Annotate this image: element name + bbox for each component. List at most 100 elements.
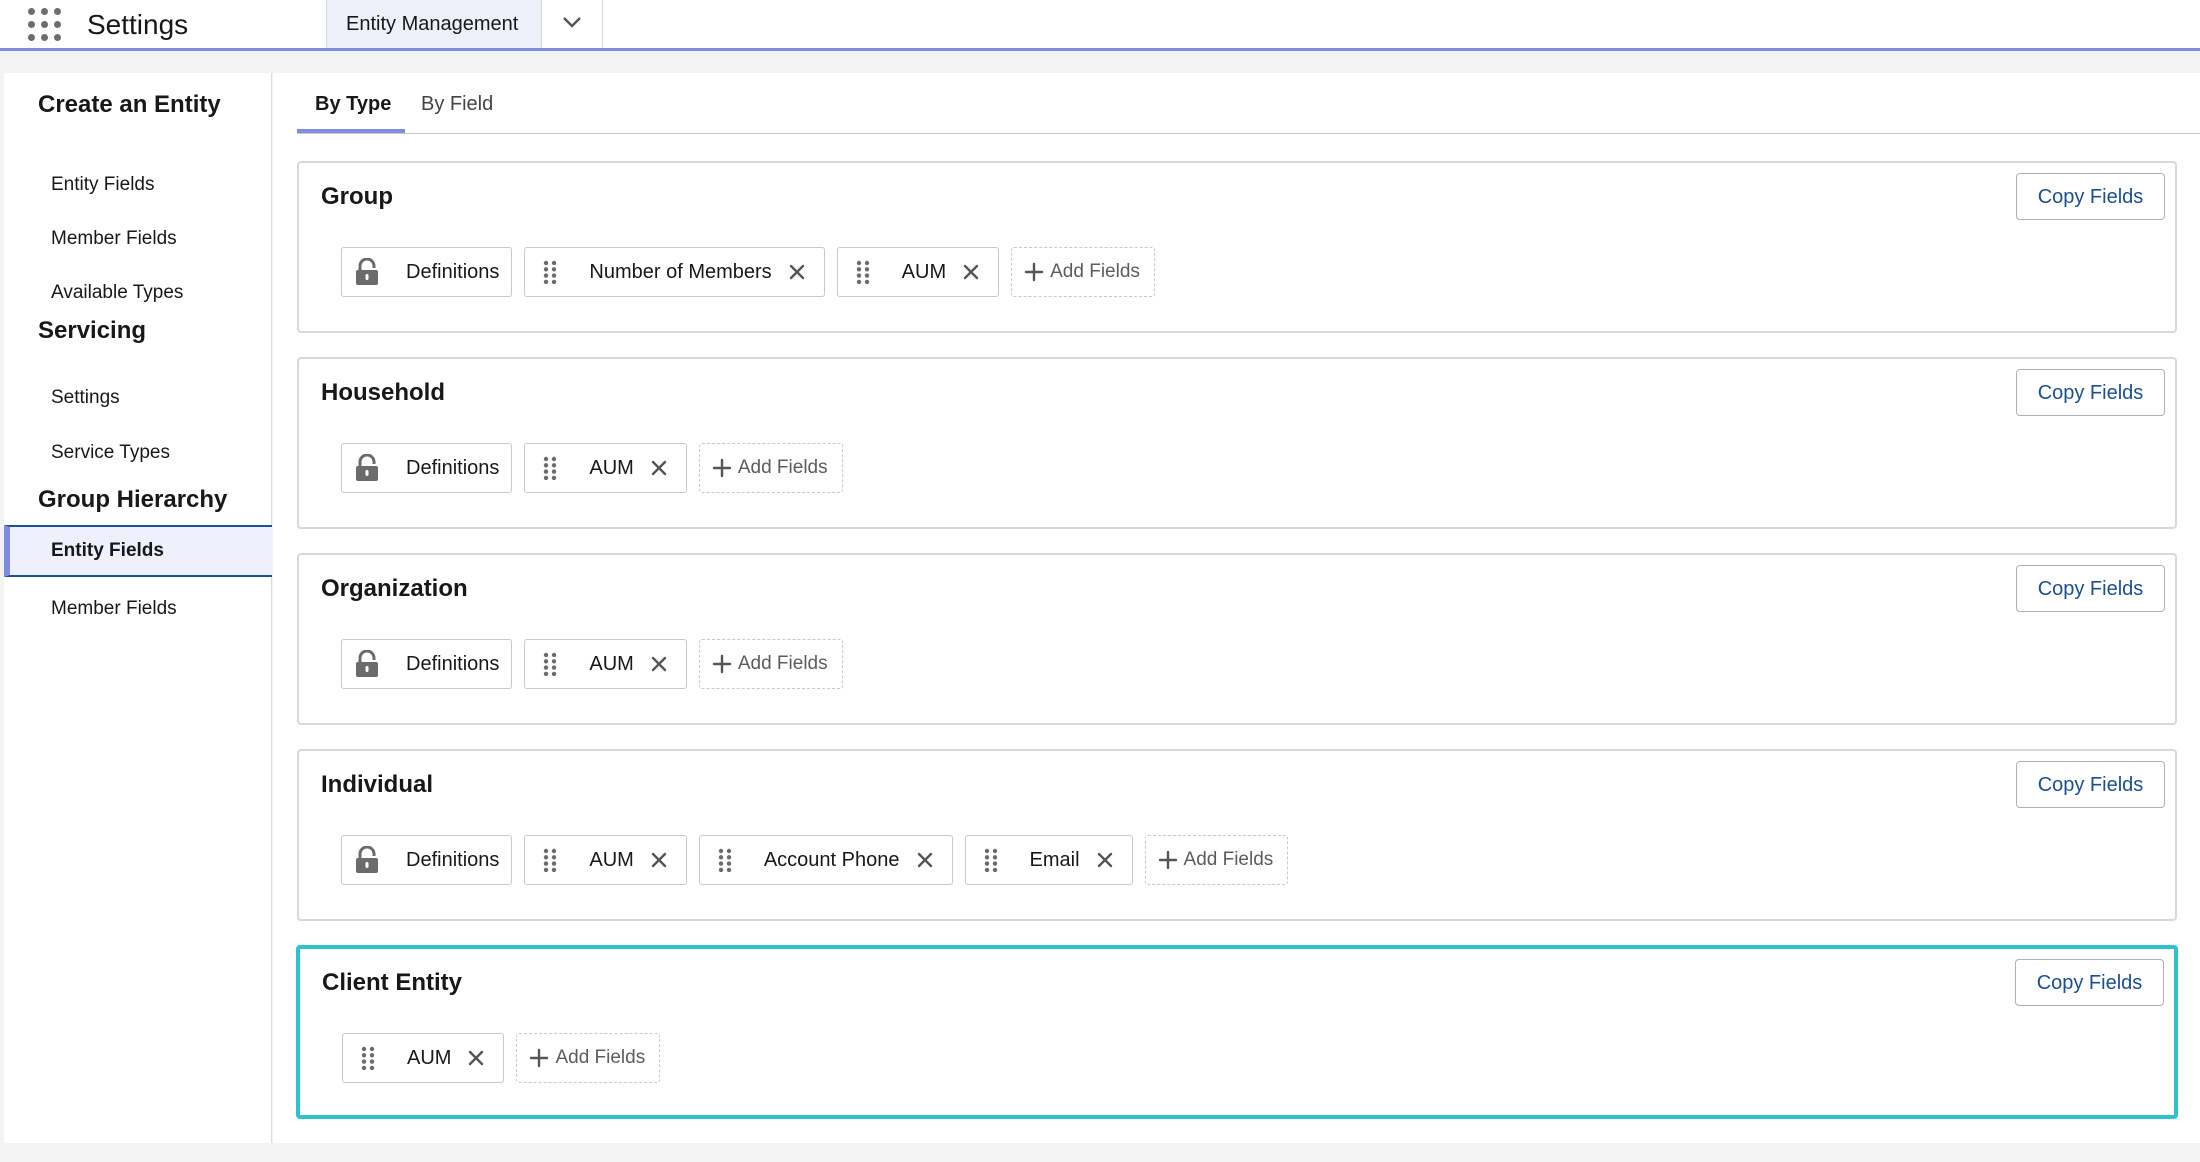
field-pill[interactable]: Definitions xyxy=(341,835,513,885)
entity-type-card: Client Entity Copy Fields AUM Add Fields xyxy=(296,945,2178,1119)
field-pill-label: AUM xyxy=(589,456,634,479)
sidebar-item-entity-fields-active[interactable]: Entity Fields xyxy=(4,525,272,577)
remove-field-close-icon[interactable] xyxy=(646,847,672,873)
lock-icon xyxy=(354,650,380,678)
field-pill-list: Definitions AUM Add Fields xyxy=(341,443,843,493)
field-pill[interactable]: Definitions xyxy=(341,639,513,689)
nav-tab-dropdown-button[interactable] xyxy=(542,0,603,48)
field-pill[interactable]: AUM xyxy=(524,443,687,493)
field-pill-list: Definitions Number of Members AUM Add Field… xyxy=(341,247,1155,297)
card-title-household: Household xyxy=(321,379,445,406)
global-header: Settings Entity Management xyxy=(0,0,2200,51)
sidebar-heading-create-entity: Create an Entity xyxy=(38,91,221,118)
entity-type-card: Individual Copy Fields Definitions AUM Accou… xyxy=(297,749,2177,921)
drag-handle-icon[interactable] xyxy=(537,456,563,480)
field-pill-list: AUM Add Fields xyxy=(342,1033,661,1083)
sidebar-item-settings[interactable]: Settings xyxy=(4,372,272,424)
copy-fields-button[interactable]: Copy Fields xyxy=(2016,565,2165,612)
sidebar-item-member-fields-group[interactable]: Member Fields xyxy=(4,583,272,635)
entity-type-card: Group Copy Fields Definitions Number of Mem… xyxy=(297,161,2177,333)
copy-fields-button[interactable]: Copy Fields xyxy=(2016,761,2165,808)
copy-fields-button[interactable]: Copy Fields xyxy=(2015,959,2164,1006)
field-pill-label: Email xyxy=(1029,848,1080,871)
add-fields-label: Add Fields xyxy=(737,653,828,674)
add-fields-button[interactable]: Add Fields xyxy=(1144,835,1289,885)
field-pill-label: AUM xyxy=(589,652,634,675)
copy-fields-button[interactable]: Copy Fields xyxy=(2016,173,2165,220)
plus-icon xyxy=(1024,262,1044,282)
field-pill-label: AUM xyxy=(407,1046,452,1069)
plus-icon xyxy=(529,1048,549,1068)
field-pill-label: Definitions xyxy=(406,652,500,675)
add-fields-button[interactable]: Add Fields xyxy=(516,1033,661,1083)
field-pill[interactable]: Account Phone xyxy=(698,835,953,885)
remove-field-close-icon[interactable] xyxy=(646,455,672,481)
card-title-organization: Organization xyxy=(321,575,468,602)
sidebar-heading-servicing: Servicing xyxy=(38,317,147,344)
field-pill-label: Definitions xyxy=(406,260,500,283)
add-fields-label: Add Fields xyxy=(1183,849,1274,870)
field-pill-label: AUM xyxy=(589,848,634,871)
remove-field-close-icon[interactable] xyxy=(912,847,938,873)
drag-handle-icon[interactable] xyxy=(537,848,563,872)
tab-by-type[interactable]: By Type xyxy=(297,93,405,133)
field-pill-label: Number of Members xyxy=(589,260,772,283)
sidebar-item-entity-fields[interactable]: Entity Fields xyxy=(4,159,272,211)
nav-tab-entity-management[interactable]: Entity Management xyxy=(326,0,542,48)
remove-field-close-icon[interactable] xyxy=(958,259,984,285)
field-pill-label: AUM xyxy=(901,260,947,283)
drag-handle-icon[interactable] xyxy=(537,652,563,676)
plus-icon xyxy=(712,654,732,674)
lock-icon xyxy=(354,846,380,874)
add-fields-button[interactable]: Add Fields xyxy=(698,639,843,689)
add-fields-button[interactable]: Add Fields xyxy=(698,443,843,493)
card-title-individual: Individual xyxy=(321,771,434,798)
field-pill-label: Definitions xyxy=(406,848,500,871)
settings-sidebar: Create an Entity Entity Fields Member Fi… xyxy=(4,73,272,1143)
field-pill[interactable]: Definitions xyxy=(341,443,513,493)
field-pill[interactable]: AUM xyxy=(342,1033,505,1083)
field-pill-label: Definitions xyxy=(406,456,500,479)
lock-icon xyxy=(354,258,380,286)
sidebar-item-service-types[interactable]: Service Types xyxy=(4,427,272,479)
drag-handle-icon[interactable] xyxy=(712,848,738,872)
field-pill[interactable]: Number of Members xyxy=(524,247,825,297)
field-pill-list: Definitions AUM Add Fields xyxy=(341,639,843,689)
card-title-group: Group xyxy=(321,183,393,210)
remove-field-close-icon[interactable] xyxy=(784,259,810,285)
tab-by-field[interactable]: By Field xyxy=(421,93,511,133)
app-title: Settings xyxy=(87,9,189,40)
add-fields-label: Add Fields xyxy=(555,1047,646,1068)
add-fields-button[interactable]: Add Fields xyxy=(1011,247,1155,297)
lock-icon xyxy=(354,454,380,482)
drag-handle-icon[interactable] xyxy=(978,848,1004,872)
add-fields-label: Add Fields xyxy=(1050,261,1140,282)
entity-type-card: Organization Copy Fields Definitions AUM Add… xyxy=(297,553,2177,725)
main-panel: By Type By Field Group Copy Fields Definit… xyxy=(273,73,2200,1143)
field-pill[interactable]: Email xyxy=(964,835,1133,885)
drag-handle-icon[interactable] xyxy=(850,260,876,284)
entity-type-card: Household Copy Fields Definitions AUM Add Fi… xyxy=(297,357,2177,529)
copy-fields-button[interactable]: Copy Fields xyxy=(2016,369,2165,416)
card-title-client-entity: Client Entity xyxy=(322,969,463,996)
remove-field-close-icon[interactable] xyxy=(1092,847,1118,873)
remove-field-close-icon[interactable] xyxy=(646,651,672,677)
plus-icon xyxy=(1158,850,1178,870)
field-pill[interactable]: AUM xyxy=(836,247,1000,297)
remove-field-close-icon[interactable] xyxy=(463,1045,489,1071)
app-launcher-grid-icon[interactable] xyxy=(28,8,62,42)
sidebar-item-member-fields[interactable]: Member Fields xyxy=(4,213,272,265)
sidebar-heading-group-hierarchy: Group Hierarchy xyxy=(38,486,228,513)
field-pill[interactable]: AUM xyxy=(524,639,687,689)
view-tabs: By Type By Field xyxy=(297,73,2200,134)
drag-handle-icon[interactable] xyxy=(355,1046,381,1070)
add-fields-label: Add Fields xyxy=(737,457,828,478)
drag-handle-icon[interactable] xyxy=(537,260,563,284)
chevron-down-icon xyxy=(563,17,581,28)
field-pill-list: Definitions AUM Account Phone Email Add Fiel… xyxy=(341,835,1289,885)
field-pill-label: Account Phone xyxy=(763,848,900,871)
plus-icon xyxy=(712,458,732,478)
field-pill[interactable]: AUM xyxy=(524,835,687,885)
field-pill[interactable]: Definitions xyxy=(341,247,513,297)
sidebar-item-available-types[interactable]: Available Types xyxy=(4,267,272,319)
